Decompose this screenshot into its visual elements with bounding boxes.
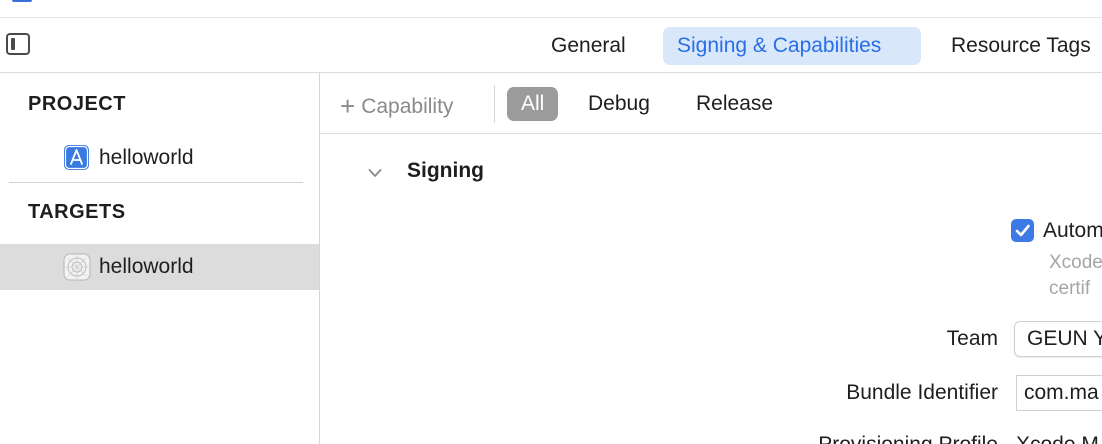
sidebar-item-target[interactable]: helloworld xyxy=(0,244,319,290)
targets-section-header: TARGETS xyxy=(28,201,126,223)
sidebar-item-label: helloworld xyxy=(99,255,194,278)
xcode-project-icon xyxy=(64,145,89,170)
tab-resource-tags[interactable]: Resource Tags xyxy=(937,27,1102,65)
title-bar-remnant xyxy=(0,0,1102,18)
editor-tab-bar: General Signing & Capabilities Resource … xyxy=(0,18,1102,73)
automatic-signing-label: Autom xyxy=(1043,219,1102,242)
automatic-signing-description: Xcode certif xyxy=(1049,252,1102,299)
toolbar-icon-remnant xyxy=(12,0,32,2)
sidebar-item-project[interactable]: helloworld xyxy=(0,135,319,181)
bundle-identifier-label: Bundle Identifier xyxy=(846,381,998,404)
bundle-identifier-value: com.ma xyxy=(1024,381,1099,404)
add-capability-label: Capability xyxy=(361,95,454,118)
filter-separator xyxy=(494,85,495,123)
capability-filter-bar: + Capability All Debug Release xyxy=(320,73,1102,134)
filter-release-button[interactable]: Release xyxy=(682,87,787,121)
tab-general[interactable]: General xyxy=(537,27,640,65)
team-value: GEUN Y xyxy=(1027,327,1102,350)
filter-all-button[interactable]: All xyxy=(507,87,559,121)
bundle-identifier-field[interactable]: com.ma xyxy=(1016,375,1102,411)
sidebar-item-label: helloworld xyxy=(99,146,194,169)
xcode-window: General Signing & Capabilities Resource … xyxy=(0,0,1102,444)
team-popup-button[interactable]: GEUN Y xyxy=(1014,321,1102,357)
filter-debug-button[interactable]: Debug xyxy=(574,87,664,121)
app-target-icon xyxy=(63,253,91,281)
signing-capabilities-pane: + Capability All Debug Release Signing Au… xyxy=(320,73,1102,444)
automatic-signing-checkbox[interactable] xyxy=(1011,219,1034,242)
sidebar-divider xyxy=(9,182,303,183)
add-capability-button[interactable]: + Capability xyxy=(340,91,453,122)
plus-icon: + xyxy=(340,91,356,121)
chevron-down-icon[interactable] xyxy=(368,166,382,180)
provisioning-profile-label: Provisioning Profile xyxy=(818,433,998,444)
checkmark-icon xyxy=(1015,224,1030,237)
project-target-sidebar: PROJECT helloworld TARGETS helloworld xyxy=(0,73,320,444)
provisioning-profile-value: Xcode M xyxy=(1016,433,1099,444)
project-section-header: PROJECT xyxy=(28,93,126,115)
tab-signing-capabilities[interactable]: Signing & Capabilities xyxy=(663,27,921,65)
team-label: Team xyxy=(946,327,998,350)
signing-section-title: Signing xyxy=(407,159,484,182)
sidebar-toggle-icon[interactable] xyxy=(6,33,30,55)
